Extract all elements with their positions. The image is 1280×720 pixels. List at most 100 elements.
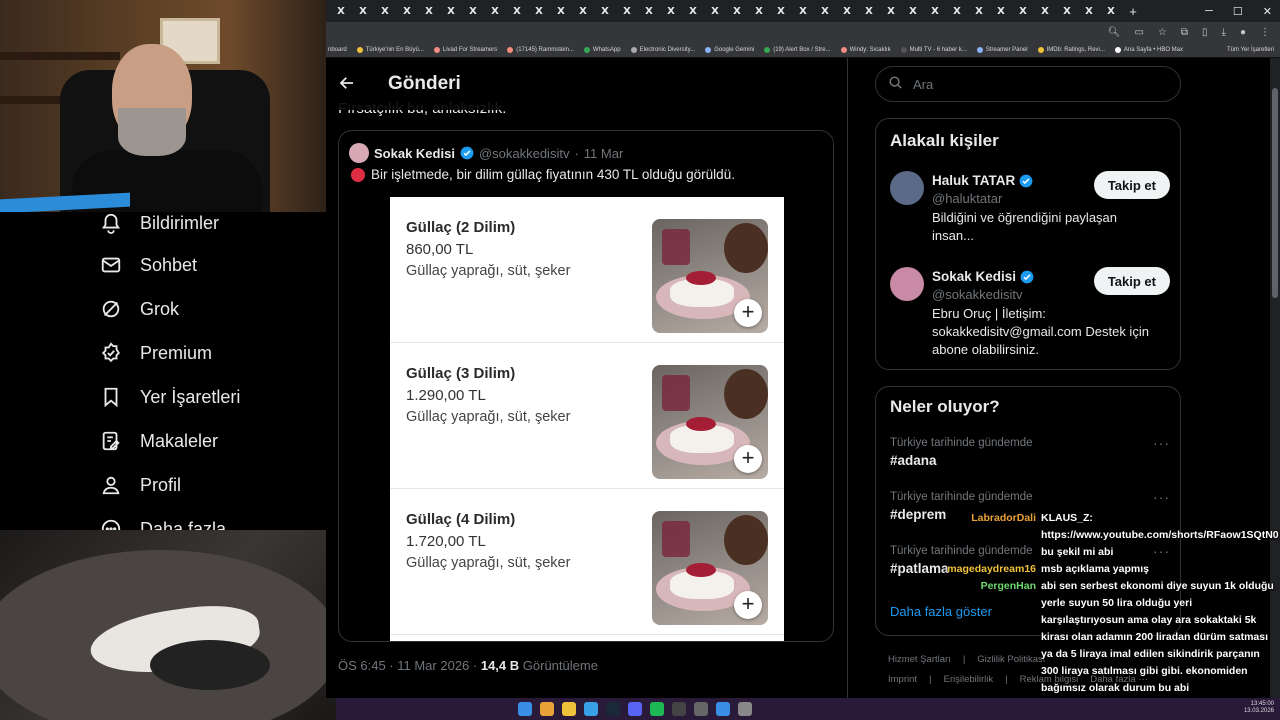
browser-tab[interactable]: X	[484, 1, 506, 21]
bookmark-item[interactable]: Electronic Diversity...	[630, 46, 695, 53]
discord-icon[interactable]	[628, 702, 642, 716]
browser-tab[interactable]: X	[660, 1, 682, 21]
more-options-icon[interactable]: ···	[1153, 435, 1170, 451]
follow-button[interactable]: Takip et	[1093, 267, 1170, 295]
browser-tab[interactable]: X	[506, 1, 528, 21]
browser-tab[interactable]: X	[770, 1, 792, 21]
nav-profile[interactable]: Profil	[100, 474, 181, 496]
browser-tab[interactable]: X	[550, 1, 572, 21]
browser-tab[interactable]: X	[990, 1, 1012, 21]
browser-tab[interactable]: X	[374, 1, 396, 21]
browser-tab[interactable]: X	[858, 1, 880, 21]
browser-tab[interactable]: X	[462, 1, 484, 21]
browser-tab[interactable]: X	[880, 1, 902, 21]
bookmark-item[interactable]: WhatsApp	[583, 46, 621, 53]
browser-tab[interactable]: X	[396, 1, 418, 21]
app-icon[interactable]	[738, 702, 752, 716]
browser-tab[interactable]: X	[1012, 1, 1034, 21]
windows-icon[interactable]	[518, 702, 532, 716]
person-handle[interactable]: @sokakkedisitv	[932, 287, 1023, 302]
avatar[interactable]	[890, 171, 924, 205]
nav-bookmarks[interactable]: Yer İşaretleri	[100, 386, 240, 408]
browser-tab[interactable]: X	[594, 1, 616, 21]
browser-tab[interactable]: X	[528, 1, 550, 21]
avatar[interactable]	[349, 143, 369, 163]
search-input[interactable]: Ara	[875, 66, 1181, 102]
profile-avatar-icon[interactable]: ●	[1240, 27, 1246, 38]
app-icon[interactable]	[716, 702, 730, 716]
nav-notifications[interactable]: Bildirimler	[100, 212, 219, 234]
footer-link[interactable]: Imprint	[888, 674, 917, 685]
browser-tab[interactable]: X	[418, 1, 440, 21]
all-bookmarks[interactable]: Tüm Yer İşaretleri	[1227, 47, 1280, 53]
nav-grok[interactable]: Grok	[100, 298, 179, 320]
nav-premium[interactable]: Premium	[100, 342, 212, 364]
quoted-tweet[interactable]: Sokak Kedisi @sokakkedisitv · 11 Mar Bir…	[338, 130, 834, 642]
person-name[interactable]: Haluk TATAR	[932, 173, 1033, 188]
menu-kebab-icon[interactable]: ⋮	[1260, 27, 1270, 38]
chrome-icon[interactable]	[540, 702, 554, 716]
bookmark-item[interactable]: Livad For Streamers	[433, 46, 497, 53]
obs-icon[interactable]	[672, 702, 686, 716]
bookmark-item[interactable]: Türkiye'nin En Büyü...	[356, 46, 424, 53]
browser-tab[interactable]: X	[836, 1, 858, 21]
quote-author-name[interactable]: Sokak Kedisi	[374, 146, 455, 161]
back-arrow-icon[interactable]	[338, 74, 358, 94]
browser-tab[interactable]: X	[924, 1, 946, 21]
bookmark-item[interactable]: IMDb: Ratings, Revi...	[1037, 46, 1105, 53]
browser-tab[interactable]: X	[704, 1, 726, 21]
cast-icon[interactable]: ▭	[1134, 27, 1143, 38]
scroll-thumb[interactable]	[1272, 88, 1278, 298]
browser-tab[interactable]: X	[792, 1, 814, 21]
bookmark-item[interactable]: Windy: Sıcaklık	[840, 46, 891, 53]
zoom-icon[interactable]: 🔍︎	[1108, 27, 1121, 38]
browser-tab[interactable]: X	[1056, 1, 1078, 21]
steam-icon[interactable]	[606, 702, 620, 716]
follow-button[interactable]: Takip et	[1093, 171, 1170, 199]
browser-tab[interactable]: X	[638, 1, 660, 21]
browser-tab[interactable]: X	[1034, 1, 1056, 21]
menu-image[interactable]: Güllaç (2 Dilim) 860,00 TL Güllaç yaprağı,…	[390, 197, 784, 641]
explorer-icon[interactable]	[562, 702, 576, 716]
browser-tab[interactable]: X	[330, 1, 352, 21]
browser-tab[interactable]: X	[616, 1, 638, 21]
tweet-time[interactable]: ÖS 6:45 · 11 Mar 2026 ·	[338, 658, 477, 673]
trend-item[interactable]: Türkiye tarihinde gündemde #adana ···	[890, 435, 1170, 468]
quote-author-handle[interactable]: @sokakkedisitv	[479, 146, 570, 161]
bookmark-item[interactable]: nboard	[328, 47, 347, 53]
extensions-icon[interactable]: ⧉	[1181, 27, 1188, 38]
person-handle[interactable]: @haluktatar	[932, 191, 1002, 206]
browser-tab[interactable]: X	[572, 1, 594, 21]
spotify-icon[interactable]	[650, 702, 664, 716]
bookmark-item[interactable]: Ana Sayfa • HBO Max	[1114, 46, 1183, 53]
download-icon[interactable]: ⤓	[1222, 27, 1226, 38]
sidepanel-icon[interactable]: ▯	[1202, 27, 1208, 38]
browser-tab[interactable]: X	[440, 1, 462, 21]
maximize-icon[interactable]: ☐	[1233, 5, 1243, 18]
browser-tab[interactable]: X	[748, 1, 770, 21]
browser-tab[interactable]: X	[682, 1, 704, 21]
browser-tab[interactable]: X	[726, 1, 748, 21]
browser-tab[interactable]: X	[902, 1, 924, 21]
more-options-icon[interactable]: ···	[1153, 489, 1170, 505]
browser-tab[interactable]: X	[814, 1, 836, 21]
new-tab-icon[interactable]: +	[1122, 4, 1144, 19]
browser-tab[interactable]: X	[946, 1, 968, 21]
nav-articles[interactable]: Makaleler	[100, 430, 218, 452]
app-icon[interactable]	[584, 702, 598, 716]
minimize-icon[interactable]: ─	[1205, 5, 1213, 17]
bookmark-item[interactable]: Google Gemini	[705, 46, 754, 53]
close-window-icon[interactable]: ✕	[1263, 5, 1272, 18]
person-name[interactable]: Sokak Kedisi	[932, 269, 1034, 284]
bookmark-item[interactable]: Streamer Panel	[976, 46, 1028, 53]
browser-tab[interactable]: X	[1078, 1, 1100, 21]
browser-tab[interactable]: X	[352, 1, 374, 21]
avatar[interactable]	[890, 267, 924, 301]
bookmark-item[interactable]: (17145) Rammstein...	[507, 46, 574, 53]
bookmark-item[interactable]: (19) Alert Box / Stre...	[764, 46, 831, 53]
nav-chat[interactable]: Sohbet	[100, 254, 197, 276]
bookmark-item[interactable]: Multi TV - 6 haber k...	[900, 46, 967, 53]
browser-tab[interactable]: X	[968, 1, 990, 21]
browser-tab[interactable]: X	[1100, 1, 1122, 21]
quote-date[interactable]: 11 Mar	[584, 146, 624, 161]
